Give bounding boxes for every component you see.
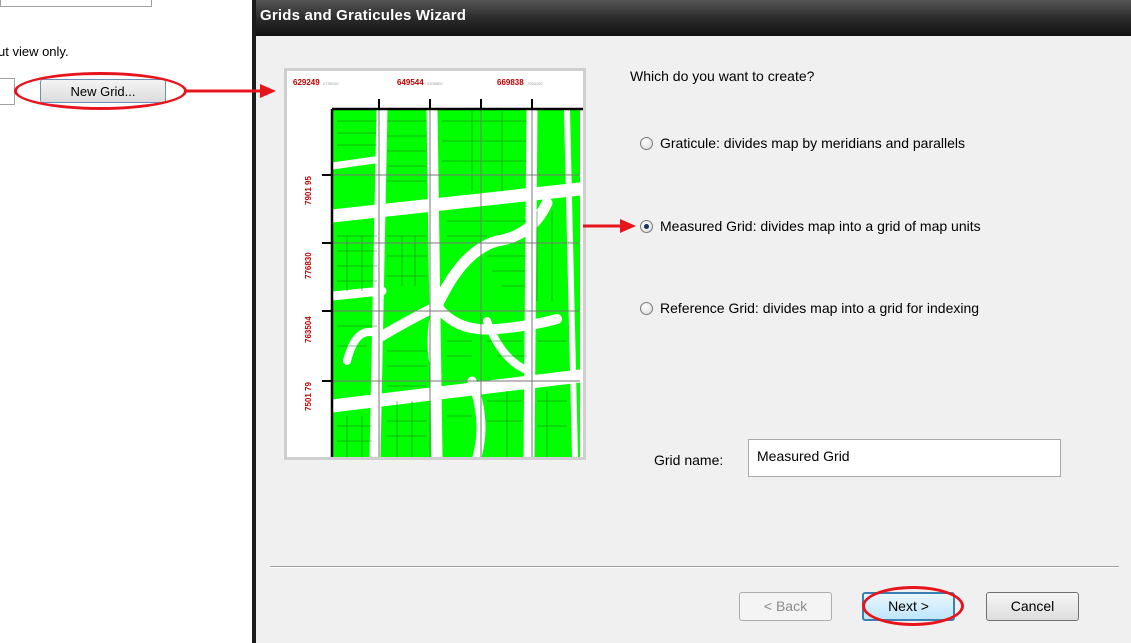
grid-name-value: Measured Grid	[757, 448, 850, 464]
preview-top-label: 629249	[293, 78, 320, 87]
grid-preview-image: 629249 649544 669838 2735100 2305500 705…	[284, 68, 586, 460]
preview-top-label: 649544	[397, 78, 424, 87]
button-separator	[270, 566, 1119, 568]
measured-grid-option-label: Measured Grid: divides map into a grid o…	[660, 218, 981, 234]
preview-side-label: 7501 79	[304, 382, 313, 411]
graticule-option-label: Graticule: divides map by meridians and …	[660, 135, 966, 151]
previous-dialog-fragment: ut view only. New Grid...	[0, 0, 248, 120]
preview-side-label: 763504	[304, 316, 313, 343]
graticule-radio[interactable]	[640, 136, 653, 150]
new-grid-highlight-oval	[14, 72, 187, 110]
measured-grid-radio[interactable]	[640, 219, 653, 233]
back-button[interactable]: < Back	[739, 592, 832, 621]
measured-grid-option[interactable]: Measured Grid: divides map into a grid o…	[640, 218, 981, 234]
reference-grid-option-label: Reference Grid: divides map into a grid …	[660, 300, 980, 316]
grid-name-input[interactable]: Measured Grid	[748, 439, 1061, 477]
grids-wizard-window: Grids and Graticules Wizard 629249 64954…	[252, 0, 1131, 643]
preview-side-label: 776830	[304, 252, 313, 279]
title-bar: Grids and Graticules Wizard	[256, 0, 1131, 36]
cancel-button[interactable]: Cancel	[986, 592, 1079, 621]
svg-text:7053100: 7053100	[527, 81, 543, 86]
graticule-option[interactable]: Graticule: divides map by meridians and …	[640, 135, 965, 151]
svg-text:2735100: 2735100	[323, 81, 339, 86]
window-title: Grids and Graticules Wizard	[260, 7, 467, 24]
reference-grid-radio[interactable]	[640, 301, 653, 315]
grid-name-label: Grid name:	[654, 452, 724, 468]
wizard-question: Which do you want to create?	[630, 68, 815, 84]
reference-grid-option[interactable]: Reference Grid: divides map into a grid …	[640, 300, 979, 316]
preview-top-label: 669838	[497, 78, 524, 87]
preview-side-label: 7901 95	[304, 176, 313, 205]
previous-dialog-hint: ut view only.	[0, 44, 69, 59]
svg-text:2305500: 2305500	[427, 81, 443, 86]
next-highlight-oval	[862, 586, 964, 626]
previous-dialog-field[interactable]	[0, 78, 15, 105]
preview-map-area	[325, 103, 583, 457]
preview-map-svg: 629249 649544 669838 2735100 2305500 705…	[287, 71, 583, 457]
previous-dialog-control	[0, 0, 152, 7]
